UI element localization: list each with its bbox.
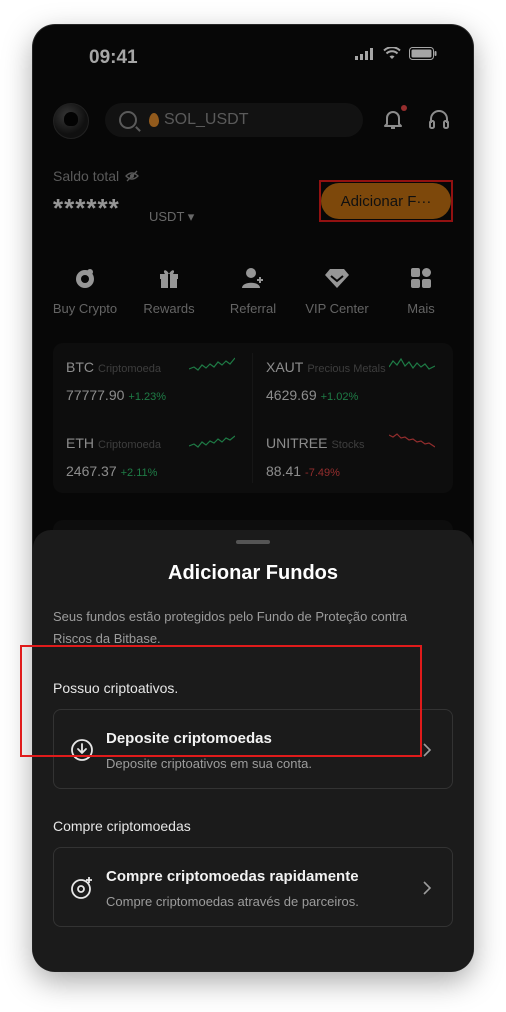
sheet-description: Seus fundos estão protegidos pelo Fundo … xyxy=(53,609,408,646)
option-title: Compre criptomoedas rapidamente xyxy=(106,868,359,885)
option-subtitle: Deposite criptoativos em sua conta. xyxy=(106,756,312,771)
section-label-buy-crypto: Compre criptomoedas xyxy=(53,818,191,834)
sheet-grabber[interactable] xyxy=(236,540,270,544)
buy-crypto-option[interactable]: Compre criptomoedas rapidamente Compre c… xyxy=(53,847,453,927)
phone-frame: 09:41 SOL_USDT Saldo total ****** USDT ▾… xyxy=(33,25,473,971)
chevron-right-icon xyxy=(423,881,432,895)
option-subtitle: Compre criptomoedas através de parceiros… xyxy=(106,894,359,909)
highlight-box-deposit xyxy=(20,645,422,757)
coin-plus-icon xyxy=(71,877,92,899)
chevron-right-icon xyxy=(423,743,432,757)
sheet-title: Adicionar Fundos xyxy=(168,562,338,584)
